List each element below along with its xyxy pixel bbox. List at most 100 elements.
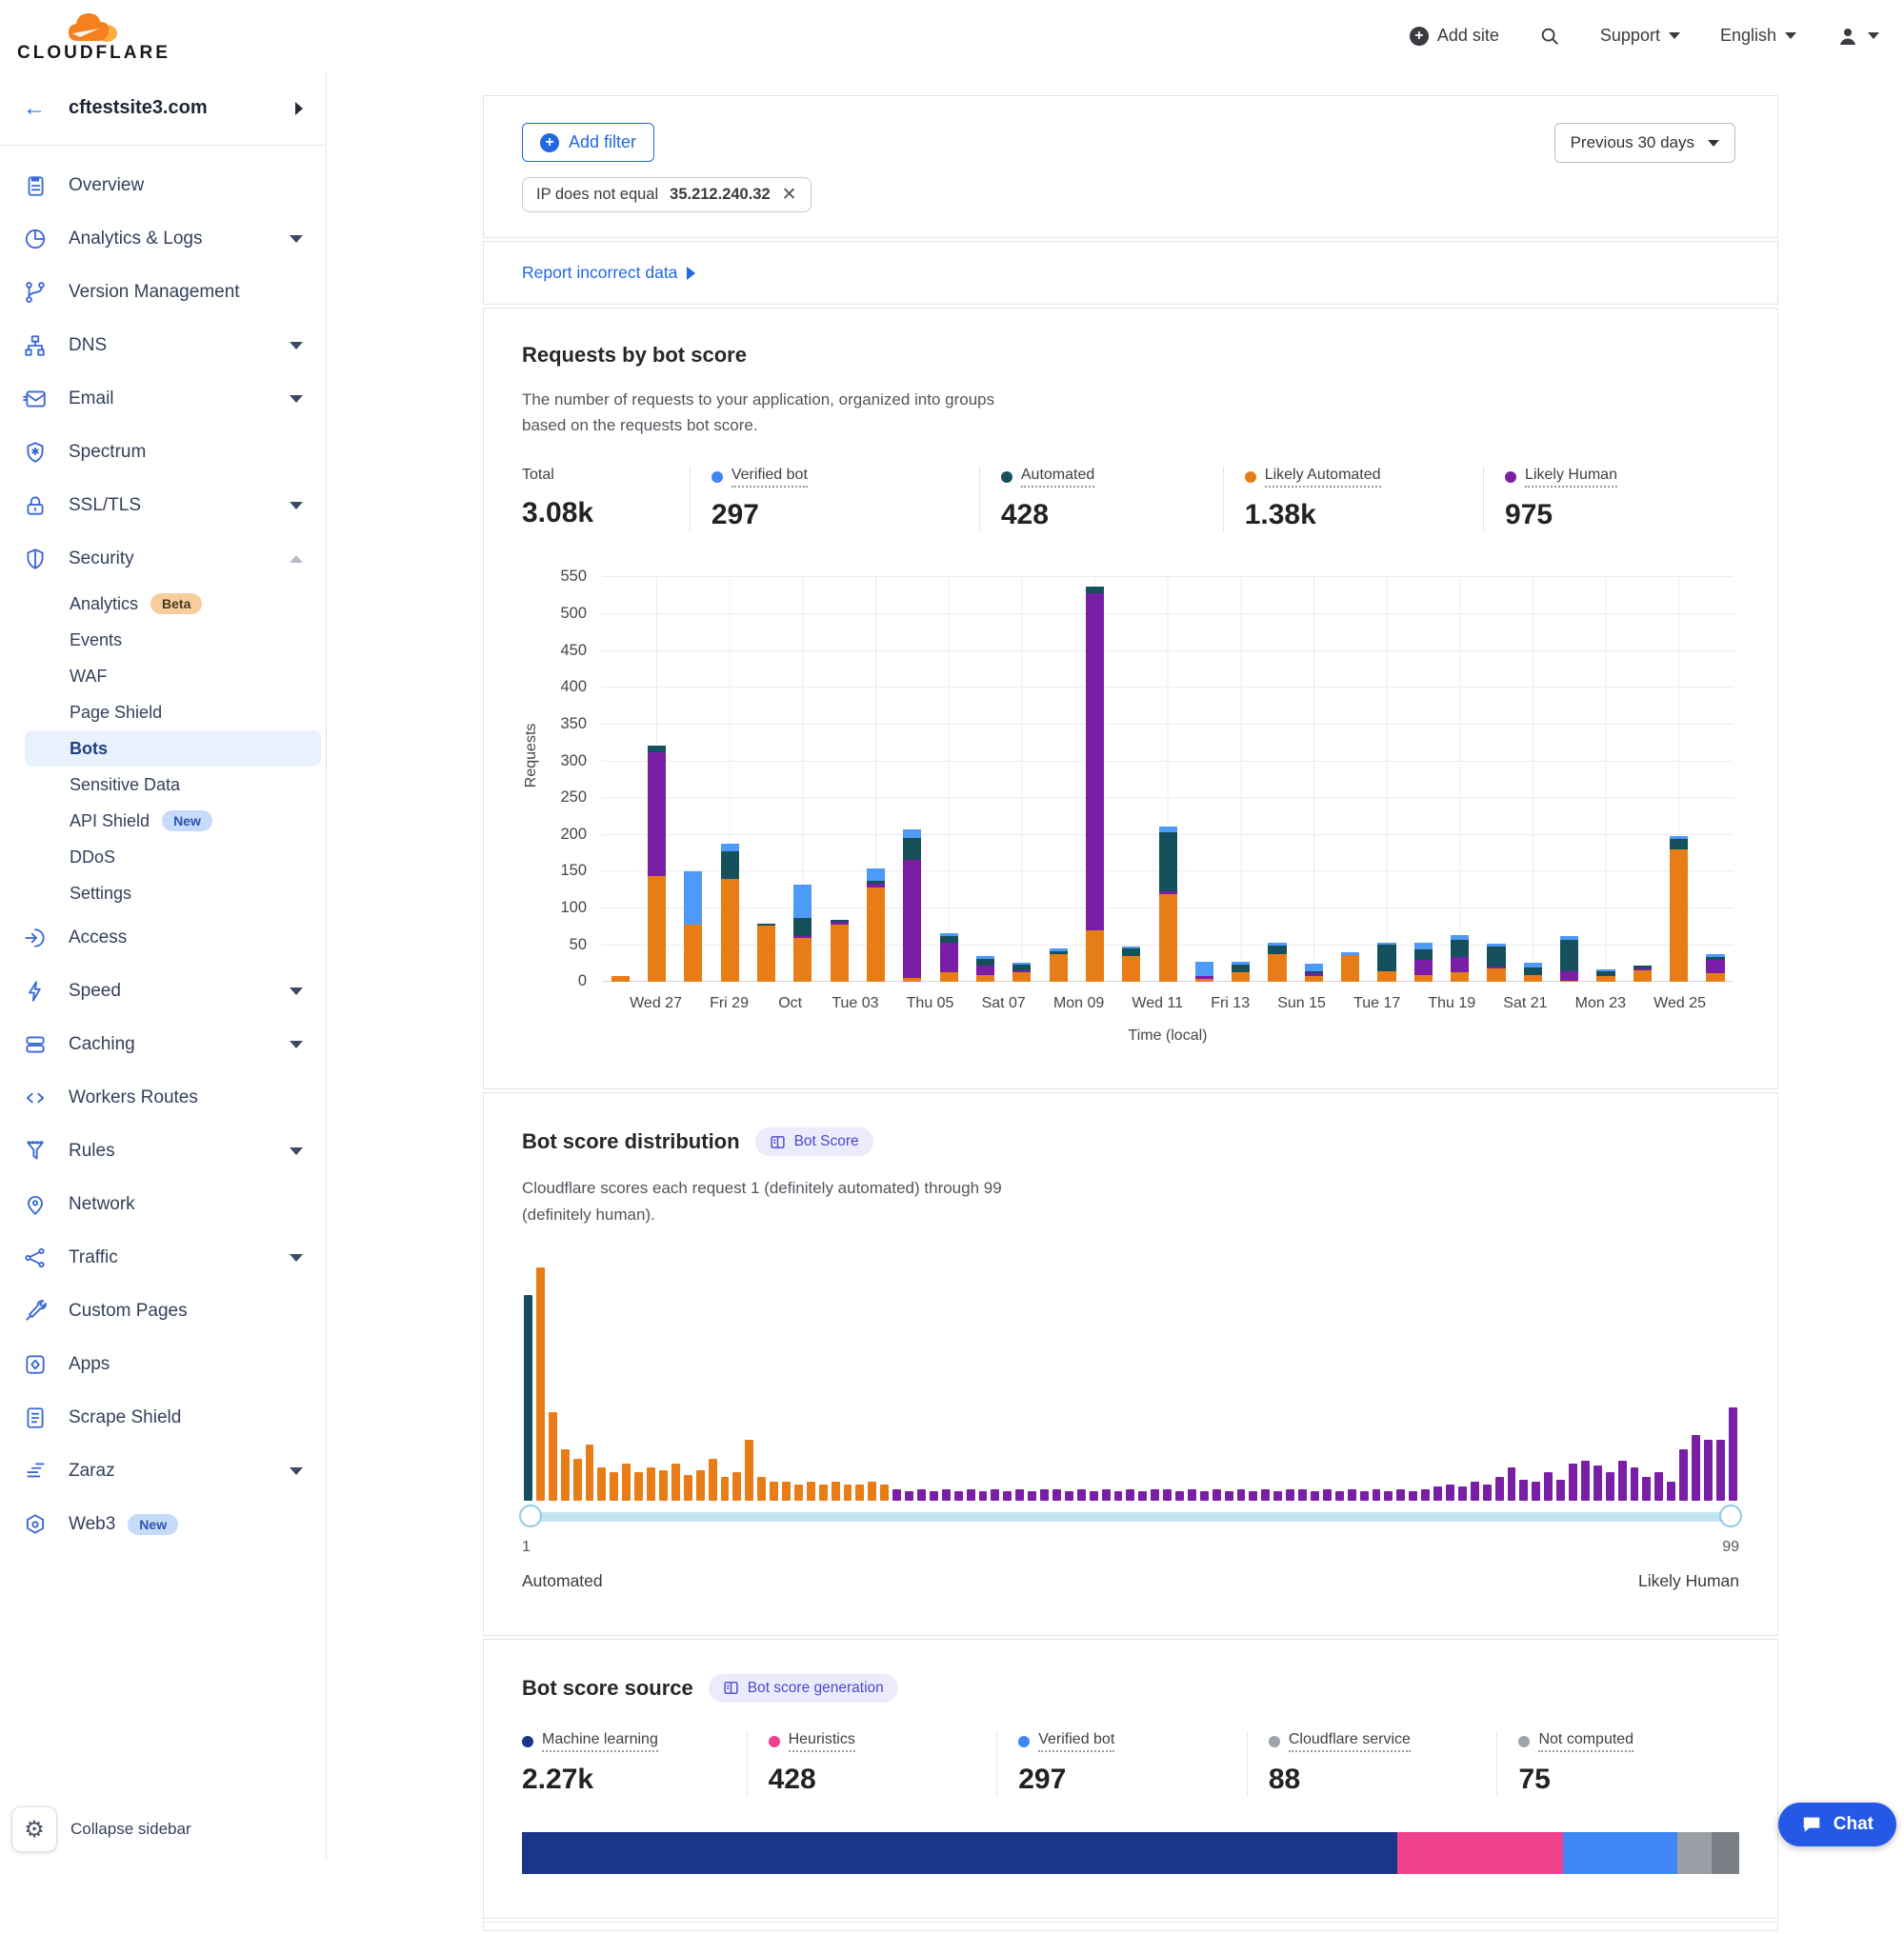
stacked-bar[interactable] [1377,577,1395,982]
bot-score-doc-badge[interactable]: Bot Score [755,1127,873,1156]
stacked-bar[interactable] [684,577,702,982]
histogram-bar[interactable] [721,1477,730,1501]
chevron-right-icon[interactable] [295,102,303,115]
histogram-bar[interactable] [844,1485,852,1501]
search-button[interactable] [1539,26,1560,47]
histogram-bar[interactable] [1335,1491,1344,1501]
chevron-down-icon[interactable] [290,342,303,349]
stacked-bar[interactable] [1414,577,1433,982]
histogram-bar[interactable] [1471,1482,1479,1501]
histogram-bar[interactable] [1606,1472,1614,1500]
support-menu[interactable]: Support [1600,26,1680,46]
sidebar-subitem-sensitive-data[interactable]: Sensitive Data [0,767,326,803]
sidebar-item-spectrum[interactable]: Spectrum [0,426,326,479]
histogram-bar[interactable] [832,1482,840,1501]
histogram-bar[interactable] [1631,1467,1639,1500]
time-range-dropdown[interactable]: Previous 30 days [1554,123,1735,163]
sidebar-item-email[interactable]: Email [0,372,326,426]
histogram-bar[interactable] [745,1440,753,1501]
sidebar-subitem-page-shield[interactable]: Page Shield [0,694,326,730]
sidebar-item-access[interactable]: Access [0,911,326,965]
slider-handle-min[interactable] [519,1505,542,1527]
histogram-bar[interactable] [1126,1489,1134,1501]
stacked-bar[interactable] [1050,577,1068,982]
histogram-bar[interactable] [1102,1489,1111,1501]
histogram-bar[interactable] [819,1485,828,1501]
sidebar-item-scrape-shield[interactable]: Scrape Shield [0,1391,326,1445]
histogram-bar[interactable] [1065,1491,1073,1501]
histogram-bar[interactable] [549,1412,557,1501]
sidebar-subitem-bots[interactable]: Bots [25,730,321,767]
stacked-bar[interactable] [1451,577,1469,982]
histogram-bar[interactable] [1618,1461,1627,1501]
histogram-bar[interactable] [1015,1489,1024,1501]
stacked-bar[interactable] [1524,577,1542,982]
histogram-bar[interactable] [659,1470,668,1501]
stacked-bar[interactable] [831,577,849,982]
sidebar-item-analytics-logs[interactable]: Analytics & Logs [0,212,326,266]
stacked-bar[interactable] [976,577,994,982]
sidebar-subitem-api-shield[interactable]: API ShieldNew [0,803,326,839]
histogram-bar[interactable] [942,1489,951,1501]
histogram-bar[interactable] [979,1491,988,1501]
histogram-bar[interactable] [1175,1491,1184,1501]
sidebar-item-security[interactable]: Security [0,532,326,586]
site-selector[interactable]: ← cftestsite3.com [0,71,326,146]
histogram-bar[interactable] [1642,1477,1651,1501]
stacked-bar[interactable] [1305,577,1323,982]
stacked-bar[interactable] [1195,577,1213,982]
sidebar-item-custom-pages[interactable]: Custom Pages [0,1285,326,1338]
histogram-bar[interactable] [855,1485,864,1501]
histogram-bar[interactable] [1200,1491,1209,1501]
histogram-bar[interactable] [1225,1491,1233,1501]
histogram-bar[interactable] [1114,1491,1123,1501]
sidebar-subitem-ddos[interactable]: DDoS [0,839,326,875]
histogram-bar[interactable] [1138,1491,1147,1501]
sidebar-item-ssl-tls[interactable]: SSL/TLS [0,479,326,532]
chevron-down-icon[interactable] [290,1467,303,1475]
histogram-bar[interactable] [1261,1489,1270,1501]
collapse-sidebar[interactable]: ⚙ Collapse sidebar [11,1806,191,1852]
histogram-bar[interactable] [1446,1485,1454,1501]
chevron-up-icon[interactable] [290,555,303,563]
chevron-down-icon[interactable] [290,502,303,509]
histogram-bar[interactable] [1679,1449,1688,1501]
histogram-bar[interactable] [1692,1435,1700,1501]
chevron-down-icon[interactable] [290,1254,303,1262]
histogram-bar[interactable] [1273,1491,1282,1501]
histogram-bar[interactable] [1569,1464,1577,1501]
histogram-bar[interactable] [770,1482,778,1501]
stacked-bar[interactable] [1159,577,1177,982]
stacked-bar[interactable] [1706,577,1724,982]
add-filter-button[interactable]: + Add filter [522,123,654,162]
histogram-bar[interactable] [1532,1482,1540,1501]
histogram-bar[interactable] [1311,1491,1319,1501]
histogram-bar[interactable] [696,1470,705,1501]
report-incorrect-data-link[interactable]: Report incorrect data [522,263,695,283]
histogram-bar[interactable] [991,1489,999,1501]
bot-score-generation-badge[interactable]: Bot score generation [709,1674,898,1703]
histogram-bar[interactable] [1077,1489,1086,1501]
stacked-bar[interactable] [1086,577,1104,982]
slider-track[interactable] [522,1512,1739,1522]
histogram-bar[interactable] [880,1485,889,1501]
sidebar-item-web3[interactable]: Web3New [0,1498,326,1551]
histogram-bar[interactable] [1090,1491,1098,1501]
stacked-bar[interactable] [1560,577,1578,982]
histogram-bar[interactable] [794,1485,803,1501]
histogram-bar[interactable] [1151,1489,1159,1501]
stacked-bar[interactable] [1232,577,1250,982]
histogram-bar[interactable] [524,1295,532,1501]
stacked-bar[interactable] [1596,577,1614,982]
sidebar-item-zaraz[interactable]: Zaraz [0,1445,326,1498]
histogram-bar[interactable] [1286,1489,1294,1501]
close-icon[interactable]: ✕ [782,186,797,204]
sidebar-item-overview[interactable]: Overview [0,159,326,212]
histogram-bar[interactable] [954,1491,963,1501]
stacked-bar[interactable] [1670,577,1688,982]
histogram-bar[interactable] [1298,1489,1307,1501]
add-site-button[interactable]: + Add site [1410,26,1499,46]
chevron-down-icon[interactable] [290,235,303,243]
histogram-bar[interactable] [1396,1489,1405,1501]
chevron-down-icon[interactable] [290,1147,303,1155]
